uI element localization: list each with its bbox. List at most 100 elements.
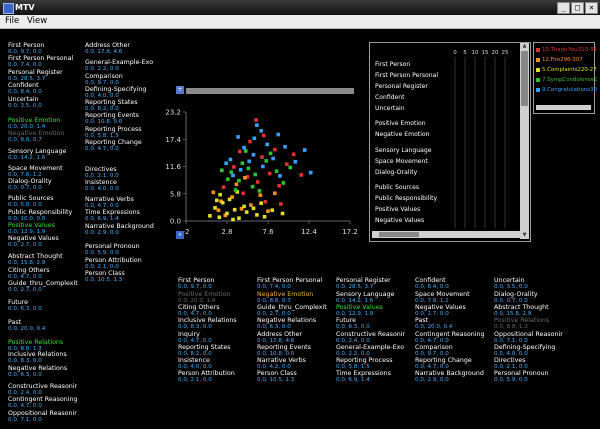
scroll-down-icon[interactable]: ▼: [520, 232, 529, 239]
data-point: [216, 208, 221, 212]
panel-tick-label: 25: [502, 50, 509, 56]
data-point: [251, 206, 256, 211]
menu-file[interactable]: File: [5, 16, 19, 26]
y-tick-label: 11.6: [165, 163, 181, 171]
panel-tick-label: 5: [463, 50, 467, 56]
data-point: [225, 211, 229, 216]
data-point: [231, 173, 235, 178]
scroll-up-icon[interactable]: ▲: [520, 43, 529, 50]
legend-swatch: [536, 67, 540, 72]
data-point: [243, 149, 248, 153]
data-point: [253, 172, 257, 177]
data-point: [277, 183, 281, 188]
data-point: [273, 147, 277, 152]
scroll-thumb[interactable]: [521, 51, 528, 106]
data-point: [232, 165, 236, 169]
data-point: [243, 175, 247, 180]
legend-label: 7.SympCondolence1: [542, 77, 598, 83]
minimize-button[interactable]: _: [557, 2, 570, 14]
panel-hscrollbar[interactable]: [372, 231, 520, 238]
data-point: [227, 197, 232, 202]
title-bar: MTV _ □ ×: [0, 0, 600, 15]
data-point: [259, 128, 263, 133]
data-point: [241, 191, 246, 196]
data-point: [308, 170, 313, 175]
data-point: [213, 206, 217, 210]
data-point: [281, 181, 286, 185]
zoom-icon[interactable]: ⌕: [176, 231, 184, 239]
data-point: [258, 193, 263, 197]
data-point: [238, 149, 242, 154]
legend-swatch: [536, 57, 540, 62]
data-point: [267, 171, 272, 176]
legend-item[interactable]: 9.Congratulations30: [536, 87, 597, 93]
x-tick-label: 2.8: [221, 228, 232, 236]
x-tick-label: 12.4: [301, 228, 317, 236]
legend-item[interactable]: 12.Fire296-307: [536, 57, 583, 63]
data-point: [261, 164, 265, 169]
legend-swatch: [536, 77, 540, 82]
legend: 10.Thank-You310-34 12.Fire296-307 5.Compla…: [533, 42, 598, 114]
data-point: [293, 160, 298, 164]
panel-tick-label: 0: [453, 50, 457, 56]
data-point: [280, 211, 285, 216]
legend-item[interactable]: 5.Complaints220-27: [536, 67, 597, 73]
main-canvas: First Person 0.0, 9.7, 0.0 First Person Pe…: [0, 29, 600, 429]
data-point: [276, 132, 281, 137]
data-point: [237, 178, 241, 183]
menu-view[interactable]: View: [27, 16, 47, 26]
data-point: [233, 188, 238, 192]
data-point: [240, 161, 245, 166]
data-point: [244, 210, 249, 214]
data-point: [273, 191, 277, 196]
data-point: [238, 167, 243, 172]
data-point: [234, 182, 239, 187]
legend-swatch: [536, 87, 540, 92]
legend-item[interactable]: 10.Thank-You310-34: [536, 47, 597, 53]
data-point: [284, 162, 289, 166]
panel-vscrollbar[interactable]: ▲ ▼: [520, 43, 529, 239]
data-point: [302, 148, 307, 152]
data-point: [255, 180, 260, 184]
data-point: [261, 133, 266, 138]
data-point: [259, 201, 263, 205]
window-controls: _ □ ×: [557, 2, 598, 14]
legend-scrollbar[interactable]: [536, 105, 591, 110]
app-icon: [3, 3, 14, 14]
data-point: [251, 152, 256, 157]
data-point: [220, 200, 225, 205]
data-point: [231, 217, 235, 222]
maximize-button[interactable]: □: [571, 2, 584, 14]
data-point: [257, 189, 262, 193]
data-point: [283, 144, 287, 149]
data-point: [255, 213, 259, 217]
data-point: [228, 157, 233, 162]
panel-tick-label: 10: [472, 50, 479, 56]
data-point: [242, 204, 246, 209]
close-button[interactable]: ×: [585, 2, 598, 14]
data-point: [214, 198, 219, 203]
data-point: [242, 145, 246, 150]
hscroll-thumb[interactable]: [379, 232, 419, 237]
data-point: [220, 168, 224, 173]
data-point: [237, 216, 241, 220]
data-point: [265, 142, 269, 147]
data-point: [271, 156, 275, 161]
data-point: [217, 215, 222, 220]
data-point: [232, 207, 237, 212]
legend-item[interactable]: 7.SympCondolence1: [536, 77, 598, 83]
data-point: [224, 161, 228, 166]
legend-label: 10.Thank-You310-34: [542, 47, 597, 53]
data-point: [249, 203, 253, 207]
data-point: [266, 209, 270, 213]
data-point: [278, 174, 282, 178]
panel-tick-label: 20: [492, 50, 499, 56]
legend-swatch: [536, 47, 540, 52]
legend-label: 12.Fire296-307: [542, 57, 583, 63]
data-point: [268, 151, 273, 156]
data-point: [252, 136, 257, 141]
data-point: [211, 190, 216, 195]
window-title: MTV: [15, 3, 35, 12]
data-point: [262, 214, 267, 219]
data-point: [291, 152, 296, 157]
